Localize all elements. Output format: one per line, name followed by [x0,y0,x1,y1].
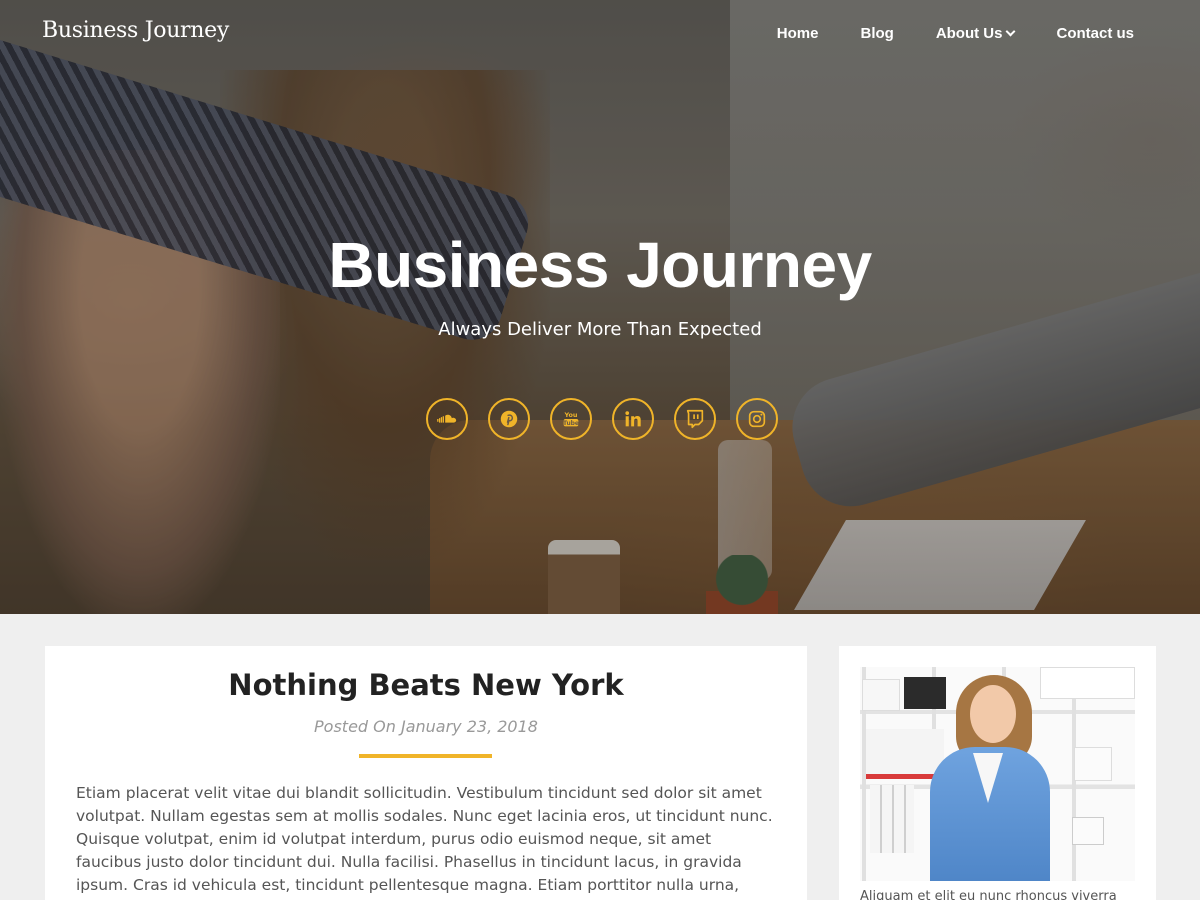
chevron-down-icon [1006,26,1016,37]
instagram-icon [748,410,766,428]
twitch-link[interactable] [674,398,716,440]
instagram-link[interactable] [736,398,778,440]
post-date: Posted On January 23, 2018 [314,717,538,736]
site-logo[interactable]: Business Journey [42,18,229,43]
nav-item-label: Home [776,25,819,42]
post-card: Nothing Beats New York Posted On January… [45,646,807,900]
hero-overlay [0,0,1200,614]
post-title[interactable]: Nothing Beats New York [45,668,807,702]
title-divider [359,754,492,758]
sidebar-photo [860,667,1135,881]
soundcloud-icon [437,414,457,423]
nav-item-label: About Us [935,25,1003,42]
linkedin-link[interactable] [612,398,654,440]
svg-text:You: You [563,411,577,419]
youtube-link[interactable]: You Tube [550,398,592,440]
nav-item-contact-us[interactable]: Contact us [1056,25,1134,42]
nav-item-about-us[interactable]: About Us [935,25,1016,42]
photo-shelf-box [1072,817,1104,845]
sidebar-caption: Aliquam et elit eu nunc rhoncus viverra [860,889,1117,900]
photo-shelf-box [866,729,944,779]
hero-tagline: Always Deliver More Than Expected [438,319,762,340]
photo-shelf-box [904,677,946,709]
hero-banner: Business Journey Home Blog About Us Cont… [0,0,1200,614]
photo-wall-chart [1040,667,1135,699]
hero-title: Business Journey [328,229,872,301]
social-links: You Tube [426,398,778,440]
pinterest-link[interactable] [488,398,530,440]
sidebar-widget: Aliquam et elit eu nunc rhoncus viverra [839,646,1156,900]
nav-item-label: Contact us [1056,25,1134,42]
nav-item-home[interactable]: Home [777,25,819,42]
pinterest-icon [500,410,518,428]
main-nav: Home Blog About Us Contact us [735,25,1134,42]
nav-item-blog[interactable]: Blog [860,25,893,42]
post-excerpt: Etiam placerat velit vitae dui blandit s… [76,784,773,900]
nav-item-label: Blog [860,25,894,42]
photo-person-face [970,685,1016,743]
photo-shelf-binders [870,785,914,853]
youtube-icon: You Tube [563,411,579,427]
soundcloud-link[interactable] [426,398,468,440]
svg-text:Tube: Tube [563,420,579,427]
photo-shelf-box [862,679,900,711]
photo-shelf-box [1074,747,1112,781]
twitch-icon [686,409,704,429]
linkedin-icon [625,411,641,427]
